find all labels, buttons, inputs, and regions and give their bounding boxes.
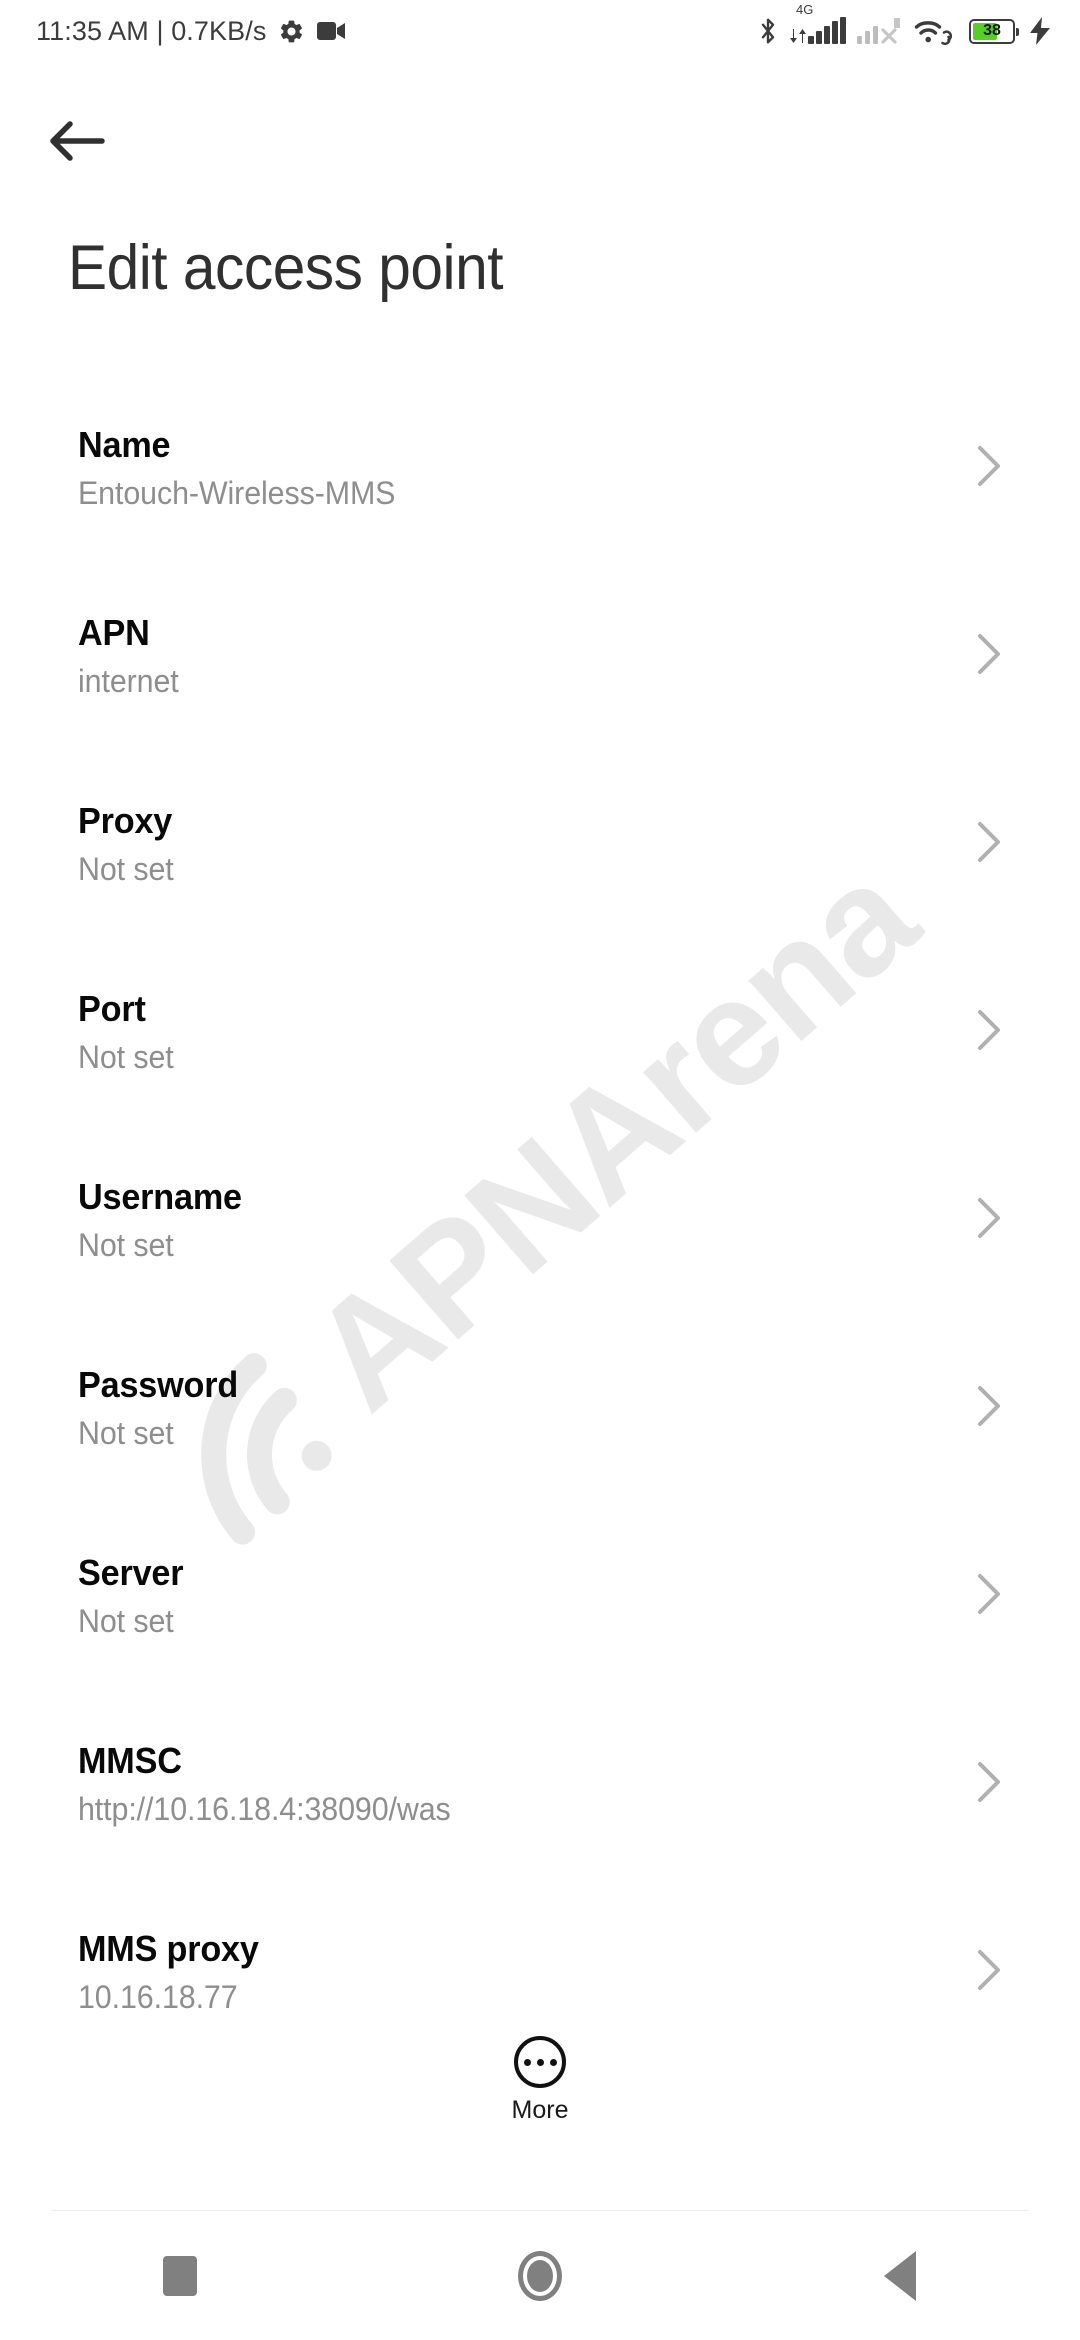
battery-icon: 38 bbox=[969, 18, 1019, 44]
settings-list: Name Entouch-Wireless-MMS APN internet P… bbox=[0, 400, 1080, 2092]
signal-sim2-icon bbox=[856, 18, 902, 44]
nav-divider bbox=[52, 2210, 1028, 2211]
bluetooth-icon bbox=[757, 16, 779, 46]
list-item-value: Entouch-Wireless-MMS bbox=[78, 475, 396, 511]
video-camera-icon bbox=[317, 20, 347, 42]
chevron-right-icon bbox=[976, 820, 1002, 864]
status-bar: 11:35 AM | 0.7KB/s 4G 38 bbox=[0, 0, 1080, 62]
chevron-right-icon bbox=[976, 1572, 1002, 1616]
list-item-title: APN bbox=[78, 612, 150, 653]
chevron-right-icon bbox=[976, 1948, 1002, 1992]
list-item-value: Not set bbox=[78, 1227, 174, 1263]
page-title: Edit access point bbox=[68, 233, 504, 303]
chevron-right-icon bbox=[976, 632, 1002, 676]
circle-icon bbox=[518, 2251, 562, 2301]
square-icon bbox=[163, 2256, 197, 2296]
chevron-right-icon bbox=[976, 444, 1002, 488]
list-item-password[interactable]: Password Not set bbox=[0, 1340, 1080, 1528]
list-item-port[interactable]: Port Not set bbox=[0, 964, 1080, 1152]
list-item-apn[interactable]: APN internet bbox=[0, 588, 1080, 776]
list-item-title: MMS proxy bbox=[78, 1928, 259, 1969]
no-sim-x-icon bbox=[881, 18, 900, 44]
nav-home-button[interactable] bbox=[360, 2212, 720, 2340]
chevron-right-icon bbox=[976, 1384, 1002, 1428]
list-item-value: Not set bbox=[78, 1603, 174, 1639]
list-item-title: MMSC bbox=[78, 1740, 182, 1781]
list-item-value: Not set bbox=[78, 1415, 174, 1451]
list-item-value: 10.16.18.77 bbox=[78, 1979, 238, 2015]
network-type-label: 4G bbox=[796, 2, 814, 17]
status-bar-left: 11:35 AM | 0.7KB/s bbox=[36, 16, 347, 47]
list-item-title: Username bbox=[78, 1176, 242, 1217]
list-item-value: Not set bbox=[78, 1039, 174, 1075]
list-item-username[interactable]: Username Not set bbox=[0, 1152, 1080, 1340]
more-button-label: More bbox=[511, 2096, 569, 2124]
charging-bolt-icon bbox=[1030, 17, 1050, 45]
gear-icon bbox=[278, 18, 305, 45]
back-arrow-icon bbox=[50, 121, 105, 161]
list-item-value: internet bbox=[78, 663, 179, 699]
dot bbox=[523, 2058, 531, 2066]
dot bbox=[536, 2058, 544, 2066]
nav-back-button[interactable] bbox=[720, 2212, 1080, 2340]
more-dots-icon bbox=[514, 2036, 566, 2088]
chevron-right-icon bbox=[976, 1008, 1002, 1052]
wifi-icon bbox=[914, 16, 954, 46]
list-item-value: Not set bbox=[78, 851, 174, 887]
list-item-title: Port bbox=[78, 988, 146, 1029]
more-button[interactable]: More bbox=[0, 2036, 1080, 2123]
chevron-right-icon bbox=[976, 1760, 1002, 1804]
status-bar-right: 4G 38 bbox=[757, 3, 1050, 46]
dot bbox=[549, 2058, 557, 2066]
list-item-mmsc[interactable]: MMSC http://10.16.18.4:38090/was bbox=[0, 1716, 1080, 1904]
signal-sim1-icon: 4G bbox=[790, 3, 846, 44]
list-item-proxy[interactable]: Proxy Not set bbox=[0, 776, 1080, 964]
list-item-title: Password bbox=[78, 1364, 239, 1405]
signal-bars-sim2 bbox=[856, 18, 878, 44]
triangle-left-icon bbox=[884, 2251, 916, 2301]
battery-percent-label: 38 bbox=[983, 22, 1001, 39]
navigation-bar bbox=[0, 2212, 1080, 2340]
list-item-value: http://10.16.18.4:38090/was bbox=[78, 1791, 451, 1827]
chevron-right-icon bbox=[976, 1196, 1002, 1240]
list-item-title: Name bbox=[78, 424, 171, 465]
list-item-title: Server bbox=[78, 1552, 184, 1593]
back-button[interactable] bbox=[48, 102, 126, 180]
nav-recent-apps-button[interactable] bbox=[0, 2212, 360, 2340]
list-item-name[interactable]: Name Entouch-Wireless-MMS bbox=[0, 400, 1080, 588]
list-item-title: Proxy bbox=[78, 800, 173, 841]
status-clock: 11:35 AM | 0.7KB/s bbox=[36, 15, 267, 46]
list-item-server[interactable]: Server Not set bbox=[0, 1528, 1080, 1716]
signal-bars-sim1 bbox=[808, 17, 846, 44]
